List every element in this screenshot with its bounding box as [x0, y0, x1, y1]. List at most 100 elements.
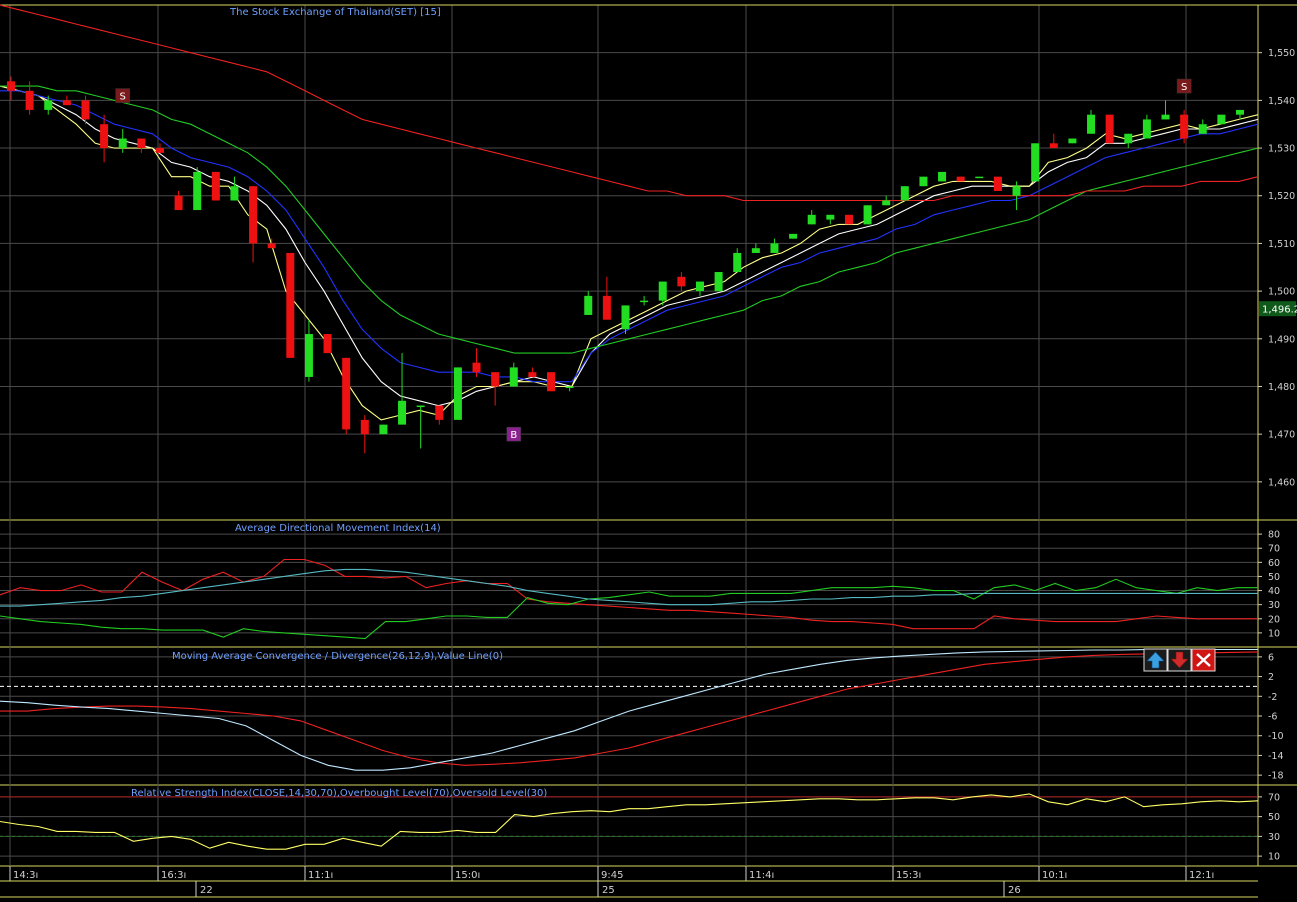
signal-marker-buy: B	[506, 426, 522, 442]
candle-body	[826, 214, 835, 220]
candle-body	[360, 419, 369, 435]
candle-body	[342, 357, 351, 430]
candle-body	[975, 176, 984, 179]
y-tick-label: -10	[1268, 731, 1284, 742]
candle-body	[211, 171, 220, 201]
candlestick	[956, 176, 965, 182]
time-tick-label: 11:4ı	[749, 870, 774, 881]
candle-body	[25, 90, 34, 110]
time-tick-label: 9:45	[601, 870, 623, 881]
day-tick-label: 26	[1008, 885, 1021, 896]
candle-body	[1236, 109, 1244, 115]
candlestick	[938, 171, 947, 182]
y-tick-label: -6	[1268, 712, 1277, 723]
candle-body	[1142, 119, 1151, 139]
time-tick-label: 15:3ı	[896, 870, 921, 881]
y-tick-label: 60	[1268, 558, 1280, 569]
price-panel-title: The Stock Exchange of Thailand(SET) [15]	[229, 7, 441, 18]
candle-body	[956, 176, 965, 182]
y-tick-label: 1,460	[1268, 477, 1295, 488]
candle-body	[733, 252, 742, 273]
y-tick-label: 20	[1268, 614, 1280, 625]
candlestick	[453, 367, 462, 420]
candle-body	[1161, 114, 1170, 120]
candle-body	[1049, 143, 1058, 149]
signal-marker-label: S	[1181, 82, 1187, 93]
y-tick-label: 40	[1268, 586, 1280, 597]
candle-body	[62, 100, 71, 106]
candle-body	[509, 367, 518, 387]
last-price-badge: 1,496.2	[1259, 301, 1297, 317]
y-tick-label: 1,520	[1268, 191, 1295, 202]
candlestick	[900, 186, 909, 201]
y-tick-label: 70	[1268, 544, 1280, 555]
signal-marker-label: S	[120, 92, 126, 103]
candle-body	[1198, 124, 1207, 134]
candle-body	[81, 100, 90, 120]
candlestick	[844, 214, 853, 225]
candlestick	[547, 372, 556, 392]
candle-body	[919, 176, 928, 187]
chart-svg: 1,460 1,470 1,480 1,490 1,500 1,510 1,520 1,530…	[0, 0, 1297, 898]
candle-body	[379, 424, 388, 435]
candlestick	[1217, 114, 1226, 125]
close-panel-button[interactable]	[1191, 648, 1216, 672]
y-tick-label: 1,500	[1268, 287, 1295, 298]
candle-body	[398, 400, 407, 425]
candle-body	[230, 186, 239, 201]
chart-window: 1,460 1,470 1,480 1,490 1,500 1,510 1,520 1,530…	[0, 0, 1297, 898]
signal-marker-sell: S	[1176, 78, 1192, 94]
candle-body	[1012, 186, 1021, 196]
candlestick	[863, 205, 872, 225]
adx-panel-title: Average Directional Movement Index(14)	[235, 523, 441, 534]
y-tick-label: -2	[1268, 692, 1277, 703]
y-tick-label: 1,550	[1268, 48, 1295, 59]
y-tick-label: 30	[1268, 600, 1280, 611]
panel-toolbar	[1143, 648, 1216, 672]
candle-body	[1217, 114, 1226, 125]
y-tick-label: 2	[1268, 672, 1274, 683]
candle-body	[286, 252, 295, 358]
time-tick-label: 16:3ı	[161, 870, 186, 881]
candle-body	[1068, 138, 1077, 144]
candlestick	[993, 176, 1002, 191]
candle-body	[658, 281, 667, 301]
y-tick-label: 80	[1268, 530, 1280, 541]
time-tick-label: 12:1ı	[1189, 870, 1214, 881]
candle-body	[770, 243, 779, 253]
day-tick-label: 22	[200, 885, 213, 896]
candle-body	[1087, 114, 1096, 134]
candle-body	[677, 276, 686, 287]
candle-body	[584, 295, 593, 315]
candle-body	[44, 100, 53, 110]
candle-body	[7, 81, 15, 91]
candle-body	[789, 233, 798, 239]
time-tick-label: 15:0ı	[455, 870, 480, 881]
candlestick	[1180, 109, 1189, 144]
candle-body	[938, 171, 947, 182]
candle-body	[100, 124, 109, 149]
y-tick-label: 10	[1268, 852, 1280, 863]
candlestick	[211, 171, 220, 201]
last-price-label: 1,496.2	[1262, 305, 1297, 316]
candle-body	[1031, 143, 1040, 182]
candlestick	[975, 176, 984, 179]
y-tick-label: 50	[1268, 572, 1280, 583]
y-tick-label: 70	[1268, 792, 1280, 803]
candlestick	[323, 334, 332, 354]
y-tick-label: 6	[1268, 652, 1274, 663]
candle-body	[640, 300, 649, 303]
candlestick	[919, 176, 928, 187]
candle-body	[807, 214, 816, 225]
candle-body	[267, 243, 276, 249]
move-panel-down-button[interactable]	[1167, 648, 1192, 672]
y-tick-label: 10	[1268, 628, 1280, 639]
candle-body	[193, 171, 202, 211]
y-tick-label: 1,480	[1268, 382, 1295, 393]
candle-body	[547, 372, 556, 392]
y-tick-label: -18	[1268, 771, 1284, 782]
candle-body	[844, 214, 853, 225]
candle-body	[714, 272, 723, 292]
move-panel-up-button[interactable]	[1143, 648, 1168, 672]
candle-body	[602, 295, 611, 320]
